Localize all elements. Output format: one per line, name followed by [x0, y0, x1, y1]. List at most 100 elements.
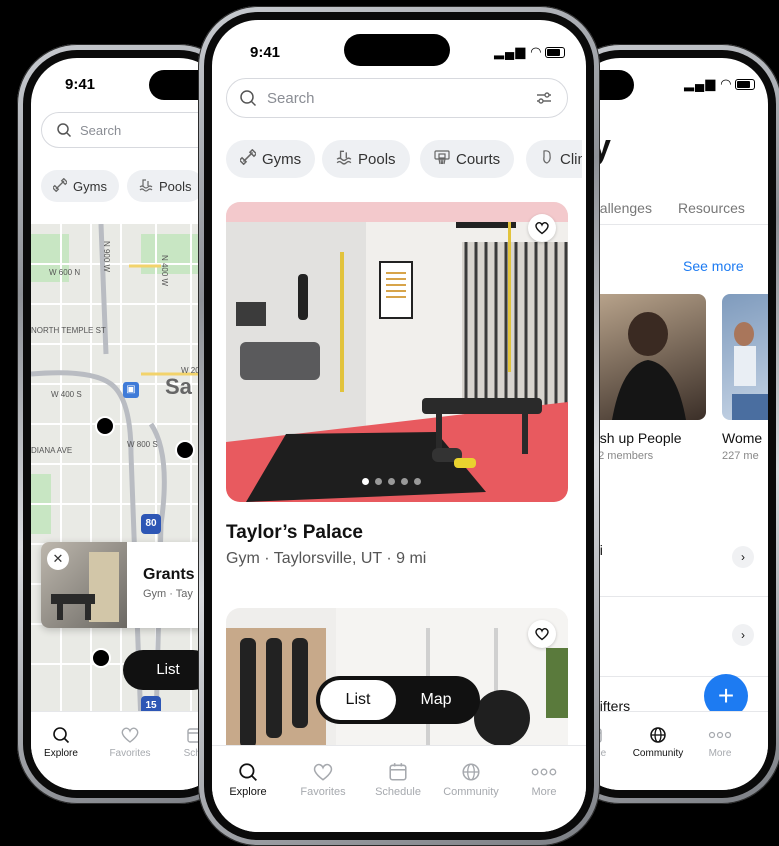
listing-title[interactable]: Taylor’s Palace [226, 522, 363, 544]
search-icon [239, 763, 257, 781]
chevron-right-icon[interactable]: › [732, 546, 754, 568]
heart-icon [313, 763, 333, 781]
map-label: NORTH TEMPLE ST [31, 326, 106, 335]
tab-explore[interactable]: Explore [226, 762, 270, 798]
map-pin[interactable] [95, 416, 115, 436]
tab-label: More [708, 748, 732, 759]
tab-label: More [531, 786, 557, 798]
pool-icon [139, 178, 153, 195]
tab-label: Favorites [109, 748, 151, 759]
map-label: N 400 W [160, 254, 170, 287]
tab-bar: Explore Favorites Schedule Community Mor… [212, 745, 586, 832]
tab-label: Schedule [375, 786, 421, 798]
search-icon [57, 123, 72, 138]
list-map-toggle[interactable]: List Map [316, 676, 480, 724]
highway-shield: 80 [141, 514, 161, 534]
tab-community[interactable]: Community [630, 726, 686, 759]
tab-bar: Explore Favorites Sche [31, 711, 225, 790]
status-time: 9:41 [250, 44, 281, 61]
map-pin[interactable] [91, 648, 111, 668]
transit-icon: ▣ [123, 382, 139, 398]
tab-resources[interactable]: Resources [678, 200, 745, 216]
status-time: 9:41 [65, 76, 96, 93]
tab-label: Explore [229, 786, 267, 798]
divider [592, 596, 768, 597]
tab-explore[interactable]: Explore [43, 726, 79, 759]
more-icon [531, 768, 557, 776]
toggle-map[interactable]: Map [396, 680, 476, 720]
listing-photo[interactable] [226, 202, 568, 502]
tab-community[interactable]: Community [438, 762, 504, 798]
map-label: W 600 N [49, 268, 81, 277]
more-icon [708, 731, 732, 739]
basketball-hoop-icon [434, 149, 450, 169]
tab-label: Community [443, 786, 499, 798]
tab-more[interactable]: More [522, 762, 566, 798]
chip-gyms[interactable]: Gyms [41, 170, 119, 202]
chip-label: Pools [159, 178, 192, 194]
dynamic-island [344, 34, 450, 66]
globe-icon [650, 727, 666, 743]
map-label: N 900 W [102, 240, 112, 273]
chip-fade [582, 130, 586, 190]
map-city-label: Sa [165, 374, 192, 399]
map-label: DIANA AVE [31, 446, 73, 455]
calendar-icon [389, 763, 407, 781]
toggle-list[interactable]: List [320, 680, 396, 720]
tab-bar: edule Community More [574, 711, 768, 790]
chip-label: Courts [456, 150, 501, 168]
divider [574, 224, 768, 225]
left-screen: 9:41 Search Gyms Pools W 600 N N 900 W N… [31, 58, 225, 790]
divider [592, 676, 768, 677]
search-input[interactable]: Search [226, 78, 568, 118]
tab-schedule[interactable]: Schedule [370, 762, 426, 798]
group-title: ush up People [592, 430, 682, 446]
listing-subtitle: Gym · Taylorsville, UT · 9 mi [226, 550, 427, 567]
dumbbell-icon [238, 148, 258, 169]
tab-favorites[interactable]: Favorites [107, 726, 153, 759]
status-icons: ▂▄▆ ◠ [684, 76, 755, 92]
map-view[interactable]: W 600 N N 900 W N 400 W NORTH TEMPLE ST … [31, 224, 225, 724]
climbing-hold-icon [540, 149, 554, 169]
see-more-link[interactable]: See more [683, 258, 744, 274]
favorite-heart-icon[interactable] [528, 214, 556, 242]
chip-courts[interactable]: Courts [420, 140, 515, 178]
chip-climbing[interactable]: Clim [526, 140, 586, 178]
chevron-right-icon[interactable]: › [732, 624, 754, 646]
dumbbell-icon [51, 177, 69, 195]
chip-gyms[interactable]: Gyms [226, 140, 316, 178]
tab-label: Explore [44, 748, 78, 759]
group-image[interactable] [592, 294, 706, 420]
tab-favorites[interactable]: Favorites [296, 762, 350, 798]
center-screen: 9:41 ▂▄▆ ◠ Search Gyms Pools Courts Clim [212, 20, 586, 832]
result-title: Grants [143, 566, 195, 583]
tab-label: Community [632, 748, 684, 759]
pool-icon [336, 149, 352, 169]
chip-label: Gyms [73, 178, 107, 194]
result-subtitle: Gym · Tay [143, 588, 193, 600]
tab-challenges[interactable]: hallenges [592, 200, 652, 216]
favorite-heart-icon[interactable] [528, 620, 556, 648]
group-members: 42 members [592, 450, 654, 462]
search-placeholder: Search [267, 89, 315, 107]
right-screen: ▂▄▆ ◠ y hallenges Resources See more ush… [574, 58, 768, 790]
globe-icon [462, 763, 480, 781]
map-label: W 800 S [127, 440, 158, 449]
close-icon[interactable]: ✕ [47, 548, 69, 570]
map-pin[interactable] [175, 440, 195, 460]
chip-pools[interactable]: Pools [322, 140, 410, 178]
group-title: Wome [722, 430, 763, 446]
map-label: W 400 S [51, 390, 82, 399]
search-icon [240, 90, 257, 107]
group-members: 227 me [722, 450, 759, 462]
search-icon [53, 727, 70, 744]
group-image[interactable] [722, 294, 768, 420]
chip-pools[interactable]: Pools [127, 170, 204, 202]
status-icons: ▂▄▆ ◠ [494, 44, 565, 60]
search-placeholder: Search [80, 122, 122, 138]
heart-icon [121, 727, 139, 743]
chip-label: Pools [358, 150, 396, 168]
carousel-dots[interactable] [362, 478, 421, 485]
filter-icon[interactable] [535, 89, 553, 107]
tab-more[interactable]: More [700, 726, 740, 759]
